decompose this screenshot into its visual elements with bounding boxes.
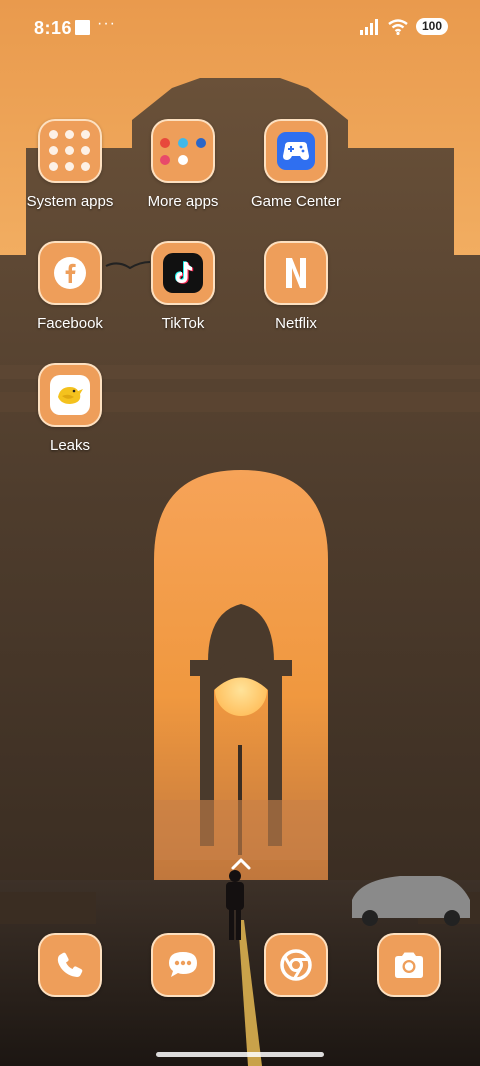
camera-icon — [395, 952, 423, 978]
signal-icon — [359, 18, 378, 35]
app-label: More apps — [147, 193, 219, 210]
app-tile[interactable] — [264, 241, 328, 305]
folder-preview — [160, 137, 206, 165]
dock-camera[interactable] — [377, 933, 441, 997]
app-tiktok[interactable]: TikTok — [123, 241, 243, 332]
dock-phone[interactable] — [38, 933, 102, 997]
gamepad-icon — [277, 132, 315, 170]
facebook-icon — [54, 257, 86, 289]
swipe-up-arrow-icon[interactable] — [229, 856, 253, 872]
bird-icon — [50, 375, 90, 415]
app-label: Leaks — [49, 437, 91, 454]
status-time: 8:16 — [34, 18, 73, 38]
tiktok-icon — [163, 253, 203, 293]
app-label: TikTok — [161, 315, 205, 332]
app-system-apps[interactable]: System apps — [10, 119, 130, 210]
app-more-apps[interactable]: More apps — [123, 119, 243, 210]
battery-indicator: 100 — [415, 18, 448, 35]
notification-square-icon — [75, 20, 90, 35]
app-tile[interactable] — [151, 241, 215, 305]
app-label: Netflix — [275, 315, 317, 332]
netflix-icon — [286, 258, 306, 288]
app-game-center[interactable]: Game Center — [236, 119, 356, 210]
app-netflix[interactable]: Netflix — [236, 241, 356, 332]
app-tile[interactable] — [38, 363, 102, 427]
folder-preview — [49, 130, 91, 172]
app-label: System apps — [26, 193, 114, 210]
app-label: Game Center — [250, 193, 342, 210]
app-facebook[interactable]: Facebook — [10, 241, 130, 332]
app-tile[interactable] — [264, 119, 328, 183]
folder-icon[interactable] — [38, 119, 102, 183]
app-leaks[interactable]: Leaks — [10, 363, 130, 454]
dock-messages[interactable] — [151, 933, 215, 997]
folder-icon[interactable] — [151, 119, 215, 183]
wifi-icon — [388, 18, 408, 35]
app-tile[interactable] — [38, 241, 102, 305]
chrome-icon — [280, 949, 312, 981]
home-indicator[interactable] — [156, 1052, 324, 1057]
message-icon — [169, 952, 197, 977]
status-right: 100 — [359, 18, 448, 35]
notification-more-icon: ··· — [97, 15, 116, 32]
dock-chrome[interactable] — [264, 933, 328, 997]
app-label: Facebook — [37, 315, 103, 332]
status-bar: 8:16 ··· 100 — [0, 0, 480, 56]
phone-icon — [57, 952, 83, 977]
